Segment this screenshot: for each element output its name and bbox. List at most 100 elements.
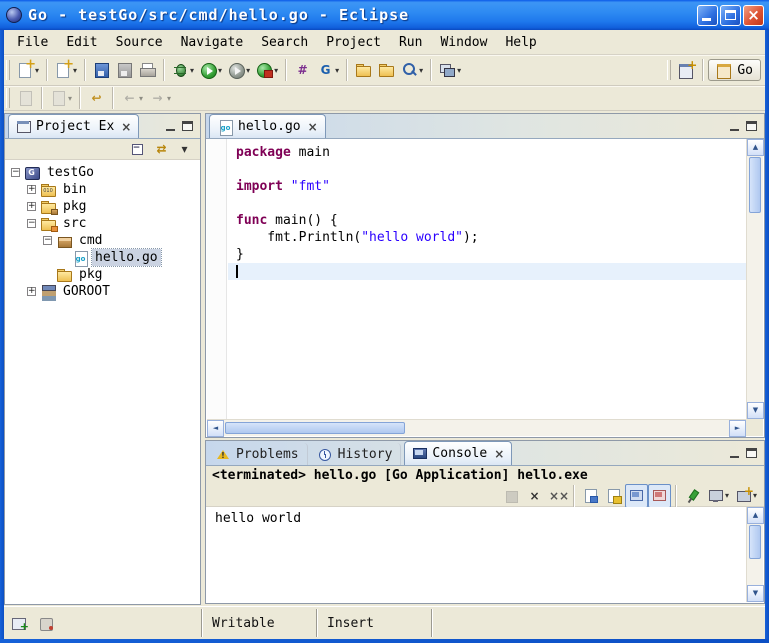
open-perspective-button[interactable] [675,58,698,82]
link-with-editor-button[interactable]: ⇄ [150,139,173,159]
minimize-view-button[interactable] [727,446,744,461]
tree-expander-icon[interactable]: − [43,236,52,245]
open-console-button[interactable]: ▾ [732,484,760,508]
tree-item-testgo[interactable]: −testGo [5,164,200,181]
tree-item-src[interactable]: −src [5,215,200,232]
run-last-tool-button[interactable]: ▾ [225,58,253,82]
menu-source[interactable]: Source [107,32,172,53]
tree-expander-icon[interactable]: + [27,287,36,296]
maximize-button[interactable] [720,5,741,26]
dropdown-arrow-icon[interactable]: ▾ [419,66,423,75]
tab-history[interactable]: History [311,443,402,465]
last-edit-location-button[interactable]: ↩ [85,86,108,110]
dropdown-arrow-icon[interactable]: ▾ [68,94,72,103]
scroll-down-icon[interactable]: ▼ [747,585,764,602]
tab-console[interactable]: Console× [404,441,512,465]
import-jar-button[interactable] [352,58,375,82]
scrollbar-thumb[interactable] [749,525,761,559]
collapse-all-button[interactable] [127,139,150,159]
debug-button[interactable]: ▾ [169,58,197,82]
tree-expander-icon[interactable]: − [27,219,36,228]
menu-file[interactable]: File [8,32,57,53]
title-bar[interactable]: Go - testGo/src/cmd/hello.go - Eclipse × [0,0,769,30]
menu-project[interactable]: Project [317,32,390,53]
console-vertical-scrollbar[interactable]: ▲ ▼ [746,507,763,602]
console-output-area[interactable]: hello world ▲ ▼ [207,507,763,602]
toolbar-grip[interactable] [6,60,10,80]
tab-problems[interactable]: Problems [209,443,308,465]
pin-console-button[interactable] [681,484,704,508]
code-line[interactable]: } [228,246,746,263]
tree-item-goroot[interactable]: +GOROOT [5,283,200,300]
minimize-button[interactable] [697,5,718,26]
dropdown-arrow-icon[interactable]: ▾ [274,66,278,75]
close-button[interactable]: × [743,5,764,26]
tree-expander-icon[interactable]: + [27,202,36,211]
code-line[interactable] [228,195,746,212]
tree-item-pkg[interactable]: +pkg [5,198,200,215]
tree-item-bin[interactable]: +bin [5,181,200,198]
scrollbar-thumb[interactable] [225,422,405,434]
menu-navigate[interactable]: Navigate [172,32,253,53]
maximize-view-button[interactable] [744,446,761,461]
save-all-button[interactable] [113,58,136,82]
dropdown-arrow-icon[interactable]: ▾ [725,491,729,500]
scroll-right-icon[interactable]: ► [729,420,746,437]
menu-edit[interactable]: Edit [57,32,106,53]
new-wizard-button[interactable]: ▾ [14,58,42,82]
remove-launch-button[interactable]: × [523,484,546,508]
code-line[interactable]: import "fmt" [228,178,746,195]
fast-view-button[interactable] [8,612,31,636]
run-button[interactable]: ▾ [197,58,225,82]
clear-console-button[interactable] [579,484,602,508]
tree-item-cmd[interactable]: −cmd [5,232,200,249]
close-view-icon[interactable]: × [494,447,504,461]
code-line[interactable]: func main() { [228,212,746,229]
menu-run[interactable]: Run [390,32,431,53]
show-stdout-button[interactable] [625,484,648,508]
tree-item-hello-go[interactable]: hello.go [5,249,200,266]
go-perspective-button[interactable]: Go [708,59,761,81]
search-button[interactable]: ▾ [398,58,426,82]
dropdown-arrow-icon[interactable]: ▾ [167,94,171,103]
dropdown-arrow-icon[interactable]: ▾ [457,66,461,75]
scrollbar-thumb[interactable] [749,157,761,213]
team-synchronize-button[interactable]: ▾ [436,58,464,82]
tab-hello-go[interactable]: hello.go × [209,114,326,138]
dropdown-arrow-icon[interactable]: ▾ [139,94,143,103]
toolbar-grip[interactable] [667,60,671,80]
code-line[interactable]: fmt.Println("hello world"); [228,229,746,246]
editor-vertical-scrollbar[interactable]: ▲ ▼ [746,139,763,419]
build-status-icon[interactable] [35,612,58,636]
dropdown-arrow-icon[interactable]: ▾ [246,66,250,75]
scroll-up-icon[interactable]: ▲ [747,507,764,524]
maximize-view-button[interactable] [180,119,197,134]
minimize-view-button[interactable] [163,119,180,134]
close-editor-icon[interactable]: × [308,120,318,134]
tree-expander-icon[interactable]: + [27,185,36,194]
code-editor[interactable]: package main import "fmt" func main() { fm… [207,139,763,436]
editor-horizontal-scrollbar[interactable]: ◄ ► [207,419,746,436]
go-tools-button[interactable]: G▾ [314,58,342,82]
tab-project-explorer[interactable]: Project Ex × [8,114,139,138]
code-line[interactable] [228,263,746,280]
save-button[interactable] [90,58,113,82]
code-area[interactable]: package main import "fmt" func main() { fm… [228,139,746,419]
dropdown-arrow-icon[interactable]: ▾ [335,66,339,75]
display-console-button[interactable]: ▾ [704,484,732,508]
external-tools-button[interactable]: ▾ [253,58,281,82]
new-go-element-button[interactable]: ▾ [52,58,80,82]
code-line[interactable] [228,161,746,178]
remove-all-launches-button[interactable]: ×× [546,484,569,508]
new-go-package-button[interactable]: # [291,58,314,82]
code-line[interactable]: package main [228,144,746,161]
scroll-left-icon[interactable]: ◄ [207,420,224,437]
tree-item-pkg[interactable]: pkg [5,266,200,283]
menu-window[interactable]: Window [431,32,496,53]
maximize-view-button[interactable] [744,119,761,134]
print-button[interactable] [136,58,159,82]
open-resource-button[interactable] [375,58,398,82]
dropdown-arrow-icon[interactable]: ▾ [190,66,194,75]
view-menu-button[interactable]: ▾ [173,139,196,159]
scroll-up-icon[interactable]: ▲ [747,139,764,156]
